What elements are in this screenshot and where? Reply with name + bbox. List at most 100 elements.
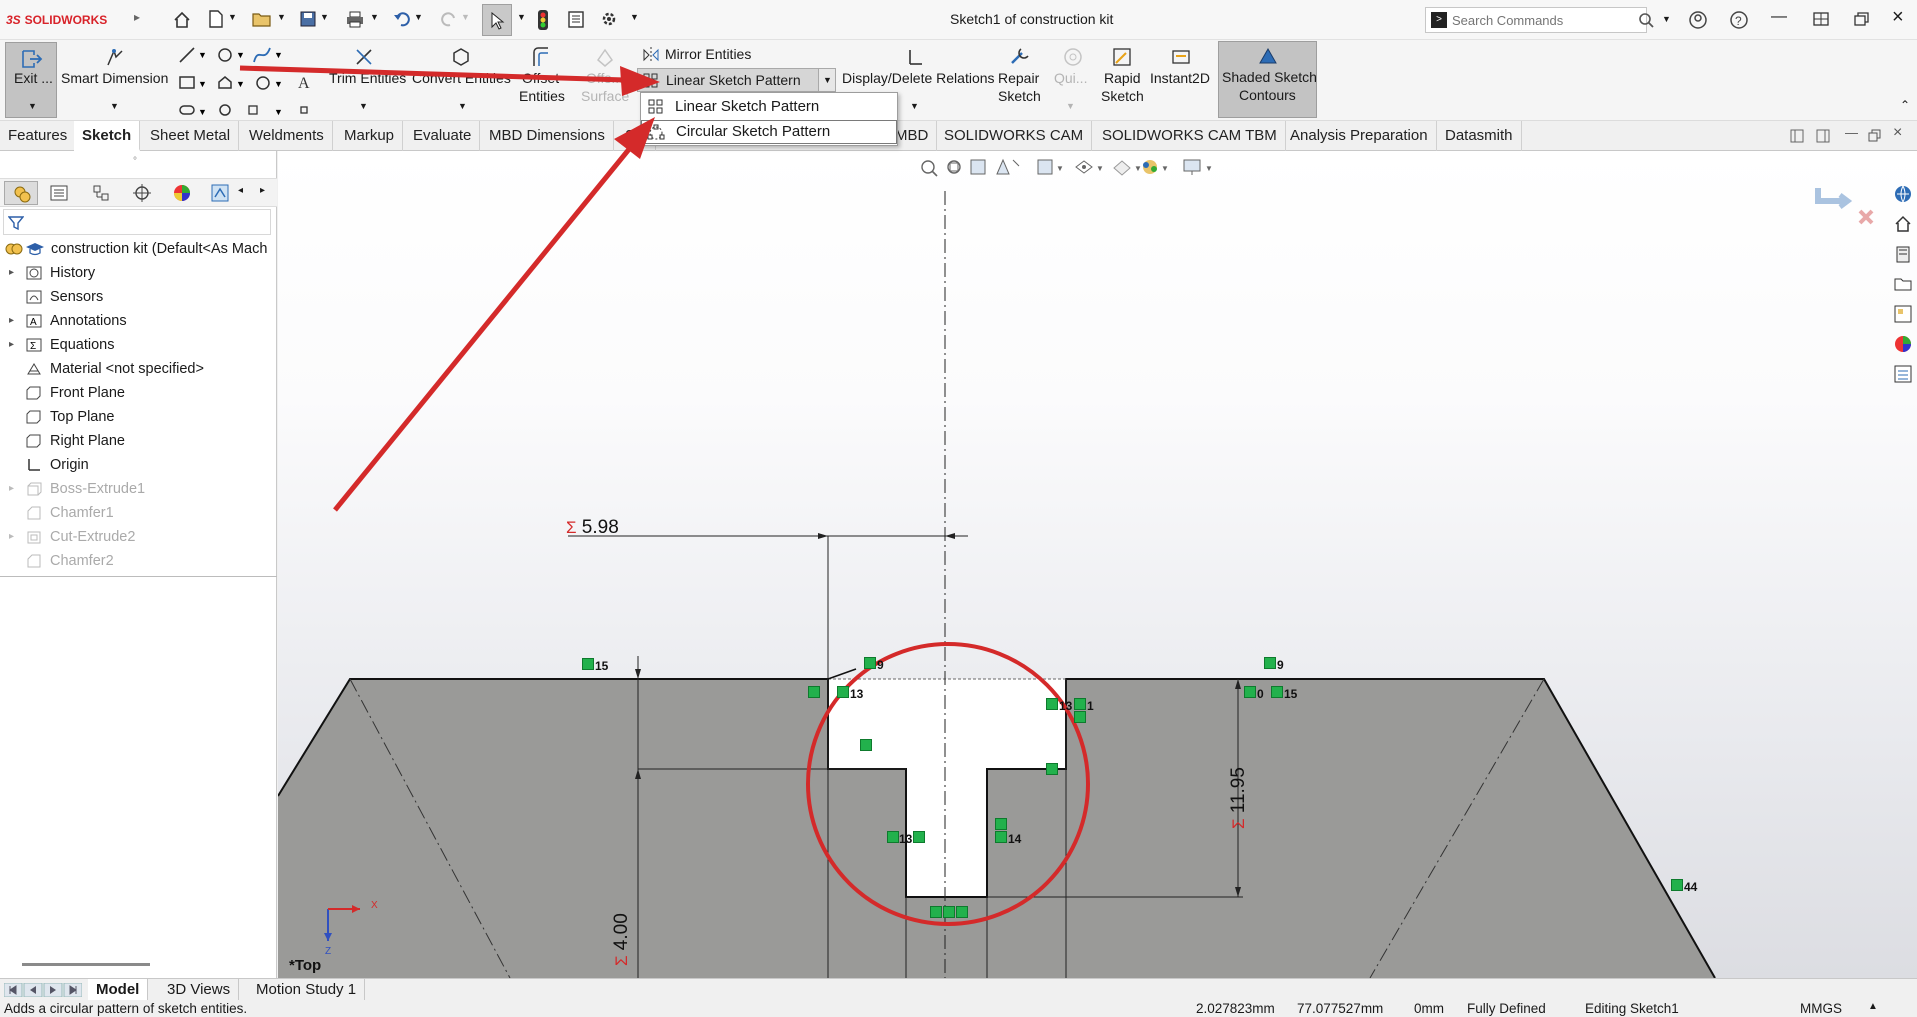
relation-glyph[interactable] [1046, 763, 1058, 775]
dimension-width[interactable]: Σ 5.98 [566, 517, 619, 539]
dimension-height[interactable]: Σ 11.95 [1228, 767, 1268, 829]
chevron-down-icon[interactable]: ▼ [414, 12, 423, 22]
offset-entities-button[interactable]: Offset Entities [512, 44, 570, 116]
chevron-down-icon[interactable]: ▼ [630, 12, 639, 22]
chevron-down-icon[interactable]: ▼ [228, 12, 237, 22]
tab-mbd-dimensions[interactable]: MBD Dimensions [481, 121, 614, 151]
cam-manager-icon[interactable] [211, 184, 229, 202]
open-folder-icon[interactable] [251, 10, 273, 28]
quick-snaps-button[interactable]: Qui... ▼ [1052, 44, 1092, 116]
tab-weldments[interactable]: Weldments [241, 121, 333, 151]
relation-glyph[interactable] [887, 831, 899, 843]
rapid-sketch-button[interactable]: Rapid Sketch [1098, 44, 1146, 116]
expand-arrow-icon[interactable]: ▸ [9, 310, 14, 332]
tree-item-right-plane[interactable]: Right Plane [0, 430, 277, 452]
mirror-entities-button[interactable]: Mirror Entities [638, 44, 838, 66]
menu-item-linear-sketch-pattern[interactable]: Linear Sketch Pattern [641, 94, 897, 119]
tree-item-chamfer1[interactable]: Chamfer1 [0, 502, 277, 524]
rollback-bar[interactable] [0, 576, 277, 577]
tab-datasmith[interactable]: Datasmith [1437, 121, 1522, 151]
tree-item-cut-extrude2[interactable]: ▸ Cut-Extrude2 [0, 526, 277, 548]
expand-arrow-icon[interactable]: ▸ [9, 526, 14, 548]
relation-glyph[interactable] [956, 906, 968, 918]
relation-glyph[interactable] [995, 831, 1007, 843]
shaded-sketch-contours-button[interactable]: Shaded Sketch Contours [1218, 41, 1317, 118]
search-commands-box[interactable]: > ▼ [1425, 7, 1671, 33]
chevron-down-icon[interactable]: ▼ [1066, 101, 1075, 111]
relation-glyph[interactable] [913, 831, 925, 843]
relation-glyph[interactable] [1244, 686, 1256, 698]
chevron-down-icon[interactable]: ▼ [110, 101, 119, 111]
gear-icon[interactable] [600, 10, 618, 28]
units-menu-icon[interactable]: ▲ [1868, 1001, 1878, 1012]
property-manager-icon[interactable] [50, 185, 68, 201]
tab-model[interactable]: Model [88, 979, 149, 1001]
configuration-manager-icon[interactable] [92, 184, 110, 202]
relation-glyph[interactable] [1046, 698, 1058, 710]
relation-glyph[interactable] [1264, 657, 1276, 669]
pattern-dropdown-toggle[interactable]: ▼ [818, 68, 836, 92]
chevron-down-icon[interactable]: ▼ [28, 101, 37, 111]
collapse-ribbon-icon[interactable]: ⌃ [1900, 98, 1910, 112]
tree-root-part[interactable]: construction kit (Default<As Mach [0, 238, 277, 260]
instant2d-button[interactable]: Instant2D [1148, 44, 1214, 116]
menu-item-circular-sketch-pattern[interactable]: Circular Sketch Pattern [641, 120, 897, 144]
chevron-down-icon[interactable]: ▼ [458, 101, 467, 111]
redo-icon[interactable] [440, 10, 458, 28]
expand-arrow-icon[interactable]: ▸ [9, 334, 14, 356]
chevron-down-icon[interactable]: ▼ [320, 12, 329, 22]
tree-item-top-plane[interactable]: Top Plane [0, 406, 277, 428]
relation-glyph[interactable] [860, 739, 872, 751]
new-document-icon[interactable] [207, 9, 225, 29]
display-manager-icon[interactable] [173, 184, 191, 202]
relation-glyph[interactable] [995, 818, 1007, 830]
viewport-close-icon[interactable]: × [1893, 124, 1902, 142]
panel-right-icon[interactable] [1816, 129, 1830, 143]
tree-filter-box[interactable] [3, 209, 271, 235]
graphics-area[interactable]: ▼ ▼ ▼ ▼ ▼ X Z Σ 5.98 Σ 11.95 Σ 4.00 15 9… [278, 151, 1917, 978]
tab-analysis-preparation[interactable]: Analysis Preparation [1282, 121, 1437, 151]
chevron-down-icon[interactable]: ▼ [277, 12, 286, 22]
tabs-scroll-right-icon[interactable]: ▸ [260, 185, 265, 196]
search-icon[interactable] [1638, 12, 1654, 28]
appearances-icon[interactable] [1893, 334, 1913, 354]
tab-evaluate[interactable]: Evaluate [405, 121, 481, 151]
tree-item-equations[interactable]: ▸ Σ Equations [0, 334, 277, 356]
viewport-restore-icon[interactable] [1868, 129, 1882, 143]
tree-item-material[interactable]: Material <not specified> [0, 358, 277, 380]
relation-glyph[interactable] [1271, 686, 1283, 698]
home-icon[interactable] [1893, 214, 1913, 234]
tab-solidworks-cam[interactable]: SOLIDWORKS CAM [936, 121, 1093, 151]
tab-sheet-metal[interactable]: Sheet Metal [142, 121, 240, 151]
chevron-down-icon[interactable]: ▼ [461, 12, 470, 22]
relation-glyph[interactable] [864, 657, 876, 669]
tab-features[interactable]: Features [0, 121, 77, 151]
select-tool-button[interactable] [482, 4, 512, 36]
repair-sketch-button[interactable]: Repair Sketch [994, 44, 1046, 116]
panel-splitter[interactable]: ° [0, 151, 277, 179]
tab-3d-views[interactable]: 3D Views [159, 979, 240, 1001]
tabs-scroll-left-icon[interactable]: ◂ [238, 185, 243, 196]
tab-markup[interactable]: Markup [336, 121, 404, 151]
print-icon[interactable] [345, 10, 365, 28]
tree-item-sensors[interactable]: Sensors [0, 286, 277, 308]
solidworks-resources-icon[interactable] [1893, 184, 1913, 204]
sketch-tools-grid[interactable]: ▼ ▼ ▼ ▼ ▼ ▼ A ▼ ▼ [176, 44, 316, 116]
chevron-down-icon[interactable]: ▼ [370, 12, 379, 22]
tree-item-annotations[interactable]: ▸ A Annotations [0, 310, 277, 332]
custom-properties-icon[interactable] [1893, 364, 1913, 384]
relation-glyph[interactable] [582, 658, 594, 670]
user-account-icon[interactable] [1688, 10, 1708, 30]
tree-item-chamfer2[interactable]: Chamfer2 [0, 550, 277, 572]
tree-item-front-plane[interactable]: Front Plane [0, 382, 277, 404]
save-icon[interactable] [299, 10, 317, 28]
exit-sketch-button[interactable]: Exit ... ▼ [5, 42, 57, 118]
relation-glyph[interactable] [1671, 879, 1683, 891]
relation-glyph[interactable] [930, 906, 942, 918]
trim-entities-button[interactable]: Trim Entities ▼ [325, 44, 406, 116]
dimension-depth[interactable]: Σ 4.00 [611, 896, 651, 966]
smart-dimension-button[interactable]: Smart Dimension ▼ [60, 44, 168, 116]
relation-glyph[interactable] [808, 686, 820, 698]
relation-glyph[interactable] [837, 686, 849, 698]
splitter-handle-icon[interactable]: ° [133, 156, 137, 167]
